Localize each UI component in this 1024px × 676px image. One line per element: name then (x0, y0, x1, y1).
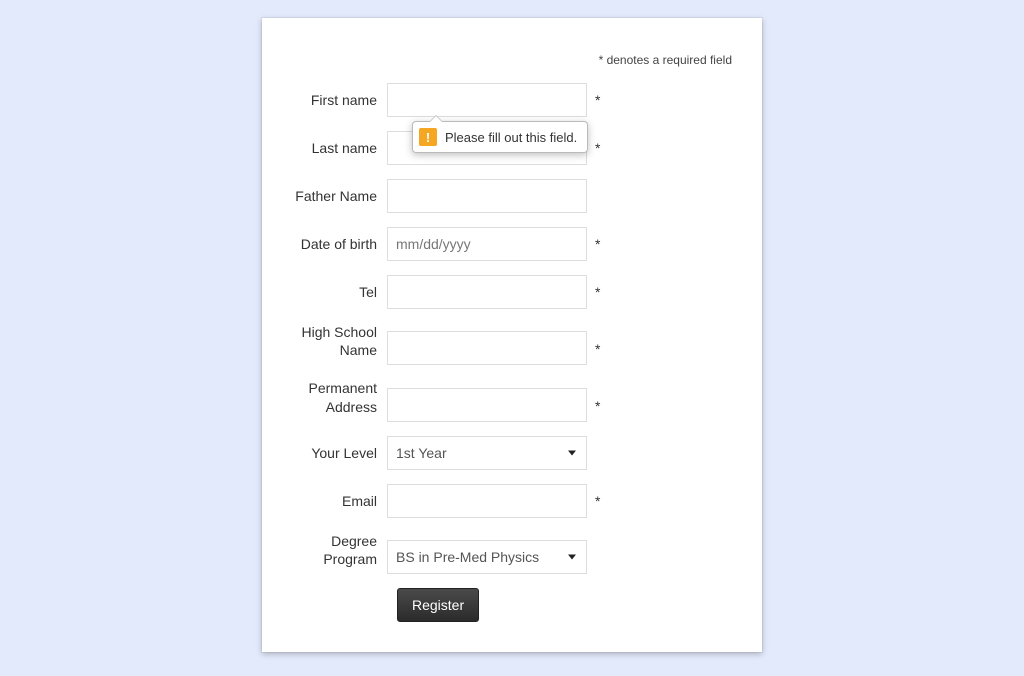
row-level: Your Level 1st Year (292, 436, 732, 470)
row-address: Permanent Address * (292, 379, 732, 421)
warning-icon: ! (419, 128, 437, 146)
register-button[interactable]: Register (397, 588, 479, 622)
row-first-name: First name * ! Please fill out this fiel… (292, 83, 732, 117)
select-level-value: 1st Year (396, 445, 447, 461)
button-row: Register (397, 588, 732, 622)
row-father-name: Father Name (292, 179, 732, 213)
label-last-name: Last name (292, 139, 387, 157)
validation-tooltip: ! Please fill out this field. (412, 121, 588, 153)
label-dob: Date of birth (292, 235, 387, 253)
required-star: * (595, 341, 603, 365)
required-star: * (595, 398, 603, 422)
tooltip-text: Please fill out this field. (445, 130, 577, 145)
input-address[interactable] (387, 388, 587, 422)
registration-form: First name * ! Please fill out this fiel… (292, 83, 732, 622)
chevron-down-icon (568, 450, 576, 455)
label-level: Your Level (292, 444, 387, 462)
select-level[interactable]: 1st Year (387, 436, 587, 470)
required-star: * (595, 140, 603, 156)
label-email: Email (292, 492, 387, 510)
label-father-name: Father Name (292, 187, 387, 205)
label-tel: Tel (292, 283, 387, 301)
select-degree-value: BS in Pre-Med Physics (396, 549, 539, 565)
select-degree[interactable]: BS in Pre-Med Physics (387, 540, 587, 574)
input-first-name[interactable] (387, 83, 587, 117)
registration-card: * denotes a required field First name * … (262, 18, 762, 652)
input-father-name[interactable] (387, 179, 587, 213)
row-dob: Date of birth * (292, 227, 732, 261)
label-first-name: First name (292, 91, 387, 109)
input-tel[interactable] (387, 275, 587, 309)
required-star: * (595, 236, 603, 252)
required-star: * (595, 493, 603, 509)
label-address: Permanent Address (292, 379, 387, 421)
row-degree: Degree Program BS in Pre-Med Physics (292, 532, 732, 574)
input-email[interactable] (387, 484, 587, 518)
required-star: * (595, 284, 603, 300)
input-high-school[interactable] (387, 331, 587, 365)
label-high-school: High School Name (292, 323, 387, 365)
label-degree: Degree Program (292, 532, 387, 574)
row-high-school: High School Name * (292, 323, 732, 365)
chevron-down-icon (568, 555, 576, 560)
row-email: Email * (292, 484, 732, 518)
required-note: * denotes a required field (599, 53, 732, 67)
input-dob[interactable] (387, 227, 587, 261)
required-star: * (595, 92, 603, 108)
row-tel: Tel * (292, 275, 732, 309)
